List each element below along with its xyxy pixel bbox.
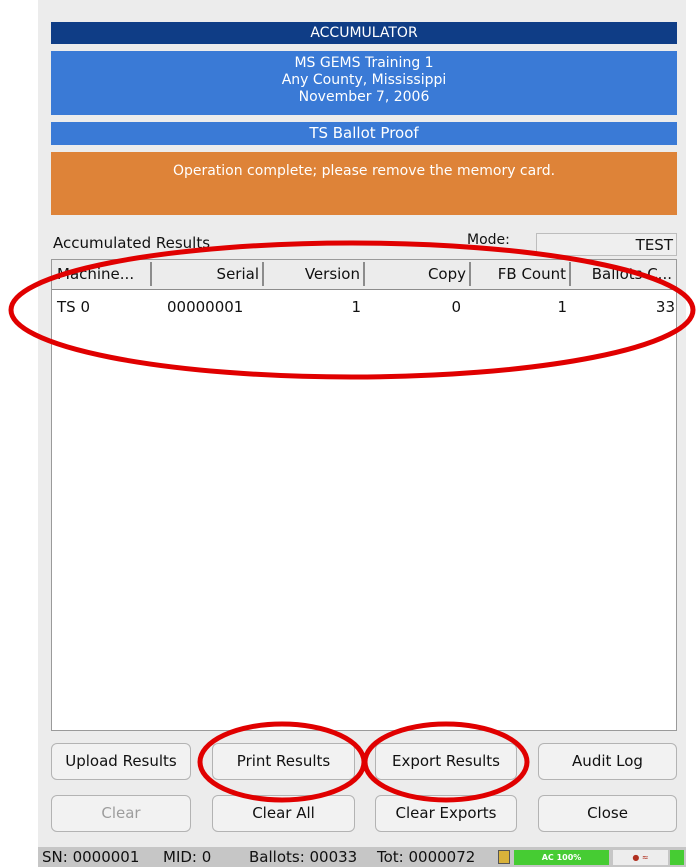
annotation-ellipse-print: [197, 721, 367, 803]
annotation-ellipse-export: [362, 721, 530, 803]
annotation-overlay: [8, 240, 696, 803]
annotation-ellipse-results-row: [8, 240, 696, 380]
